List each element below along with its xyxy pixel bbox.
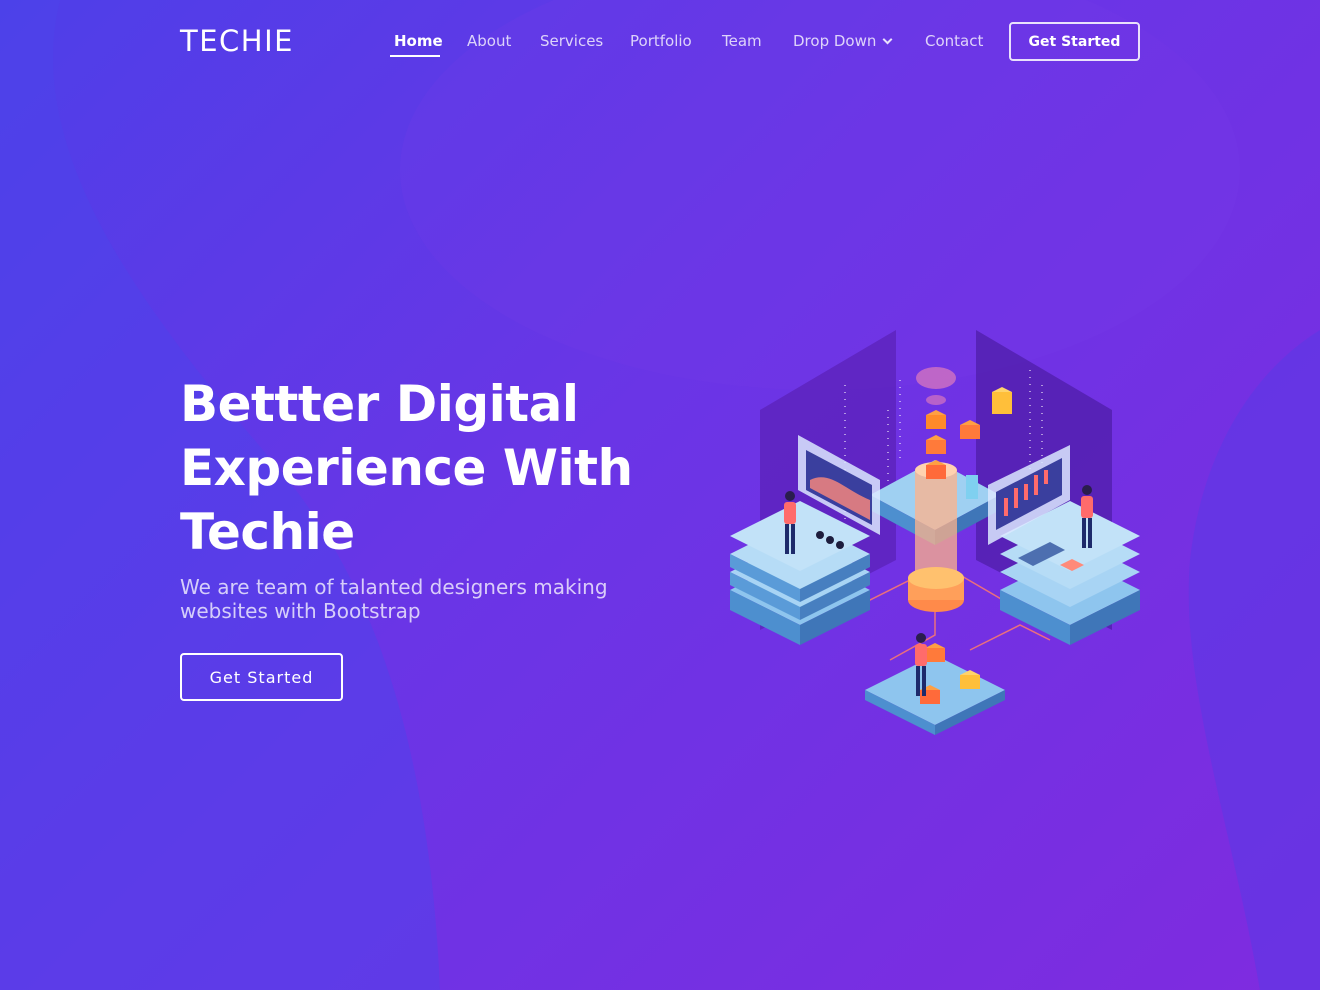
nav-contact[interactable]: Contact bbox=[925, 30, 983, 52]
isometric-data-center-illustration bbox=[730, 330, 1140, 735]
chevron-down-icon bbox=[882, 34, 893, 45]
header-get-started-button[interactable]: Get Started bbox=[1009, 22, 1140, 61]
hero-subtitle: We are team of talanted designers making… bbox=[180, 575, 640, 623]
hero-title-line: Bettter Digital bbox=[180, 375, 579, 433]
site-header: TECHIE Home About Services Portfolio Tea… bbox=[0, 0, 1320, 84]
nav-about[interactable]: About bbox=[467, 30, 511, 52]
nav-dropdown[interactable]: Drop Down bbox=[793, 30, 893, 52]
hero-title: Bettter Digital Experience With Techie bbox=[180, 372, 680, 564]
nav-home[interactable]: Home bbox=[394, 30, 443, 52]
nav-portfolio[interactable]: Portfolio bbox=[630, 30, 692, 52]
nav-services[interactable]: Services bbox=[540, 30, 603, 52]
hero-title-line: Experience With bbox=[180, 439, 633, 497]
hero-title-line: Techie bbox=[180, 503, 355, 561]
hero-get-started-button[interactable]: Get Started bbox=[180, 653, 343, 701]
active-nav-indicator bbox=[390, 55, 440, 57]
hero-subtitle-line: websites with Bootstrap bbox=[180, 599, 421, 623]
hero-subtitle-line: We are team of talanted designers making bbox=[180, 575, 608, 599]
logo[interactable]: TECHIE bbox=[180, 24, 294, 58]
nav-dropdown-label: Drop Down bbox=[793, 32, 877, 50]
nav-team[interactable]: Team bbox=[722, 30, 762, 52]
